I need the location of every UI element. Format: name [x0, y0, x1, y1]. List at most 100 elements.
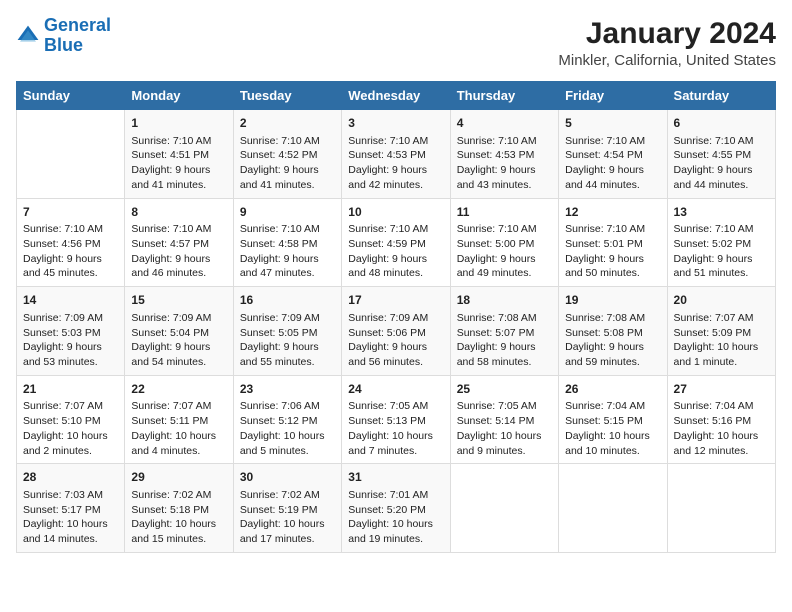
- day-info: Daylight: 10 hours: [565, 429, 660, 444]
- day-info: Sunset: 5:18 PM: [131, 503, 226, 518]
- day-info: Sunset: 5:19 PM: [240, 503, 335, 518]
- calendar-cell: 20Sunrise: 7:07 AMSunset: 5:09 PMDayligh…: [667, 287, 775, 376]
- day-info: Daylight: 9 hours: [348, 252, 443, 267]
- day-info: and 42 minutes.: [348, 178, 443, 193]
- day-info: Daylight: 10 hours: [457, 429, 552, 444]
- day-number: 15: [131, 292, 226, 309]
- day-info: Daylight: 9 hours: [565, 163, 660, 178]
- day-info: Sunset: 5:20 PM: [348, 503, 443, 518]
- day-of-week-header: Saturday: [667, 82, 775, 110]
- day-info: Sunset: 4:51 PM: [131, 148, 226, 163]
- day-number: 31: [348, 469, 443, 486]
- day-info: Daylight: 9 hours: [565, 252, 660, 267]
- day-info: Sunrise: 7:08 AM: [565, 311, 660, 326]
- day-number: 18: [457, 292, 552, 309]
- day-number: 23: [240, 381, 335, 398]
- day-number: 19: [565, 292, 660, 309]
- day-info: Daylight: 9 hours: [23, 340, 118, 355]
- calendar-table: SundayMondayTuesdayWednesdayThursdayFrid…: [16, 81, 776, 553]
- day-info: Sunrise: 7:09 AM: [348, 311, 443, 326]
- day-info: and 58 minutes.: [457, 355, 552, 370]
- calendar-cell: 31Sunrise: 7:01 AMSunset: 5:20 PMDayligh…: [342, 464, 450, 553]
- day-info: Sunset: 4:58 PM: [240, 237, 335, 252]
- day-info: and 55 minutes.: [240, 355, 335, 370]
- day-number: 2: [240, 115, 335, 132]
- day-info: Sunrise: 7:10 AM: [240, 134, 335, 149]
- day-info: Sunrise: 7:10 AM: [131, 134, 226, 149]
- calendar-cell: 13Sunrise: 7:10 AMSunset: 5:02 PMDayligh…: [667, 198, 775, 287]
- day-of-week-header: Thursday: [450, 82, 558, 110]
- day-info: and 48 minutes.: [348, 266, 443, 281]
- day-info: and 59 minutes.: [565, 355, 660, 370]
- day-number: 26: [565, 381, 660, 398]
- day-info: Sunrise: 7:09 AM: [23, 311, 118, 326]
- day-info: Sunset: 4:55 PM: [674, 148, 769, 163]
- calendar-cell: 14Sunrise: 7:09 AMSunset: 5:03 PMDayligh…: [17, 287, 125, 376]
- logo-general: General: [44, 15, 111, 35]
- calendar-cell: 23Sunrise: 7:06 AMSunset: 5:12 PMDayligh…: [233, 375, 341, 464]
- day-number: 27: [674, 381, 769, 398]
- day-info: Sunset: 5:01 PM: [565, 237, 660, 252]
- day-number: 4: [457, 115, 552, 132]
- day-info: Sunset: 4:53 PM: [348, 148, 443, 163]
- day-number: 28: [23, 469, 118, 486]
- calendar-cell: 2Sunrise: 7:10 AMSunset: 4:52 PMDaylight…: [233, 110, 341, 199]
- calendar-cell: 16Sunrise: 7:09 AMSunset: 5:05 PMDayligh…: [233, 287, 341, 376]
- page-header: General Blue January 2024 Minkler, Calif…: [16, 16, 776, 69]
- page-subtitle: Minkler, California, United States: [558, 52, 776, 69]
- day-info: and 1 minute.: [674, 355, 769, 370]
- calendar-cell: 11Sunrise: 7:10 AMSunset: 5:00 PMDayligh…: [450, 198, 558, 287]
- day-number: 11: [457, 204, 552, 221]
- logo-blue: Blue: [44, 35, 83, 55]
- calendar-cell: 3Sunrise: 7:10 AMSunset: 4:53 PMDaylight…: [342, 110, 450, 199]
- day-info: Daylight: 10 hours: [674, 340, 769, 355]
- day-number: 14: [23, 292, 118, 309]
- day-info: Sunset: 5:11 PM: [131, 414, 226, 429]
- day-info: Sunset: 4:54 PM: [565, 148, 660, 163]
- day-info: Sunset: 5:15 PM: [565, 414, 660, 429]
- day-number: 10: [348, 204, 443, 221]
- day-info: Sunrise: 7:08 AM: [457, 311, 552, 326]
- day-info: Sunset: 5:04 PM: [131, 326, 226, 341]
- day-number: 24: [348, 381, 443, 398]
- calendar-cell: 4Sunrise: 7:10 AMSunset: 4:53 PMDaylight…: [450, 110, 558, 199]
- calendar-cell: [667, 464, 775, 553]
- day-info: Sunrise: 7:10 AM: [23, 222, 118, 237]
- calendar-cell: 1 Sunrise: 7:10 AMSunset: 4:51 PMDaylight…: [125, 110, 233, 199]
- day-info: Sunrise: 7:04 AM: [674, 399, 769, 414]
- calendar-cell: 8Sunrise: 7:10 AMSunset: 4:57 PMDaylight…: [125, 198, 233, 287]
- day-number: 1: [131, 115, 226, 132]
- calendar-cell: 6Sunrise: 7:10 AMSunset: 4:55 PMDaylight…: [667, 110, 775, 199]
- day-number: 22: [131, 381, 226, 398]
- day-info: Daylight: 9 hours: [240, 340, 335, 355]
- day-info: Sunrise: 7:09 AM: [240, 311, 335, 326]
- title-block: January 2024 Minkler, California, United…: [558, 16, 776, 69]
- day-info: Daylight: 10 hours: [348, 517, 443, 532]
- day-info: Daylight: 10 hours: [674, 429, 769, 444]
- day-info: Daylight: 10 hours: [348, 429, 443, 444]
- day-info: Daylight: 9 hours: [131, 252, 226, 267]
- day-number: 13: [674, 204, 769, 221]
- calendar-cell: 12Sunrise: 7:10 AMSunset: 5:01 PMDayligh…: [559, 198, 667, 287]
- day-info: and 4 minutes.: [131, 444, 226, 459]
- calendar-cell: 26Sunrise: 7:04 AMSunset: 5:15 PMDayligh…: [559, 375, 667, 464]
- day-info: Sunset: 5:14 PM: [457, 414, 552, 429]
- day-info: and 49 minutes.: [457, 266, 552, 281]
- day-info: Daylight: 9 hours: [131, 163, 226, 178]
- day-info: Daylight: 9 hours: [565, 340, 660, 355]
- day-of-week-header: Sunday: [17, 82, 125, 110]
- day-info: Daylight: 10 hours: [240, 517, 335, 532]
- day-info: Daylight: 9 hours: [348, 163, 443, 178]
- day-info: Sunset: 5:10 PM: [23, 414, 118, 429]
- calendar-week-row: 28Sunrise: 7:03 AMSunset: 5:17 PMDayligh…: [17, 464, 776, 553]
- day-info: Daylight: 9 hours: [23, 252, 118, 267]
- day-info: Daylight: 9 hours: [457, 163, 552, 178]
- day-info: and 14 minutes.: [23, 532, 118, 547]
- day-info: Sunset: 4:53 PM: [457, 148, 552, 163]
- calendar-cell: 21Sunrise: 7:07 AMSunset: 5:10 PMDayligh…: [17, 375, 125, 464]
- calendar-cell: 18Sunrise: 7:08 AMSunset: 5:07 PMDayligh…: [450, 287, 558, 376]
- day-info: Sunset: 5:17 PM: [23, 503, 118, 518]
- day-info: Sunset: 5:05 PM: [240, 326, 335, 341]
- day-info: and 41 minutes.: [131, 178, 226, 193]
- calendar-cell: 7Sunrise: 7:10 AMSunset: 4:56 PMDaylight…: [17, 198, 125, 287]
